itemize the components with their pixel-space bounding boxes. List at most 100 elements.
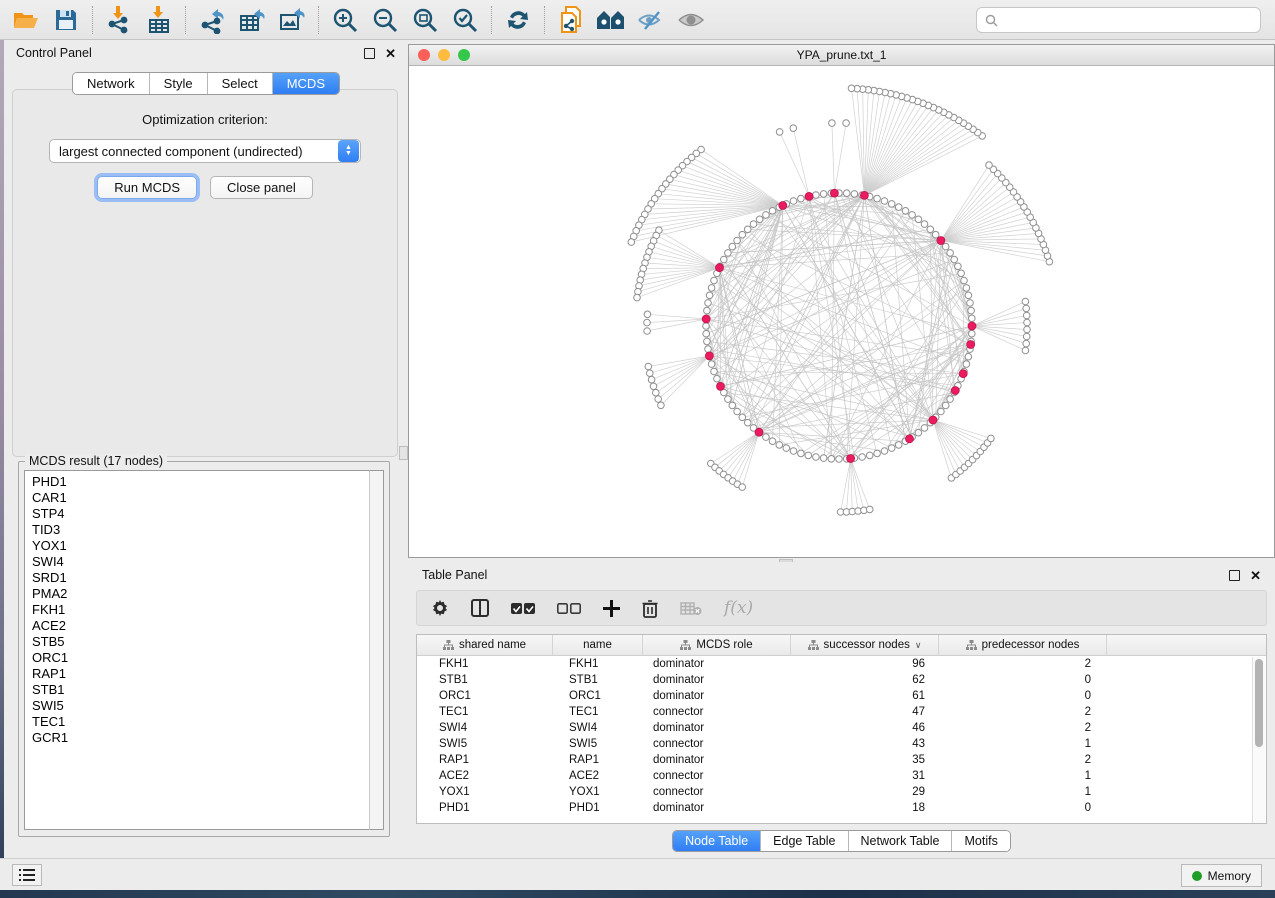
add-column-icon[interactable] — [603, 600, 620, 617]
mcds-result-item[interactable]: RAP1 — [32, 666, 370, 682]
tab-node-table[interactable]: Node Table — [673, 831, 761, 851]
table-cell: 43 — [791, 738, 939, 750]
first-neighbors-icon[interactable] — [591, 4, 631, 36]
show-all-icon[interactable] — [671, 4, 711, 36]
network-window-titlebar[interactable]: YPA_prune.txt_1 — [409, 45, 1274, 66]
tab-edge-table[interactable]: Edge Table — [761, 831, 848, 851]
search-box[interactable] — [976, 7, 1261, 33]
table-panel-title: Table Panel — [422, 568, 1229, 582]
search-icon — [985, 14, 998, 27]
tab-mcds[interactable]: MCDS — [273, 73, 339, 94]
table-row[interactable]: PHD1PHD1dominator180 — [417, 800, 1266, 816]
column-type-icon — [443, 640, 454, 651]
zoom-out-icon[interactable] — [365, 4, 405, 36]
mcds-result-list[interactable]: PHD1CAR1STP4TID3YOX1SWI4SRD1PMA2FKH1ACE2… — [24, 470, 370, 830]
table-cell: SWI4 — [417, 722, 553, 734]
table-row[interactable]: RAP1RAP1dominator352 — [417, 752, 1266, 768]
import-network-icon[interactable] — [99, 4, 139, 36]
search-input[interactable] — [1004, 10, 1260, 30]
column-header-mcds-role[interactable]: MCDS role — [643, 635, 791, 655]
hide-selected-icon[interactable] — [631, 4, 671, 36]
show-column-panel-icon[interactable] — [471, 599, 489, 617]
column-header-name[interactable]: name — [553, 635, 643, 655]
control-panel: Control Panel ✕ Network Style Select MCD… — [4, 40, 408, 858]
close-panel-icon[interactable]: ✕ — [385, 48, 396, 59]
network-canvas[interactable] — [409, 66, 1274, 557]
table-cell: 0 — [939, 802, 1107, 814]
table-cell: 0 — [939, 674, 1107, 686]
table-cell: dominator — [643, 722, 791, 734]
mcds-result-item[interactable]: SWI4 — [32, 554, 370, 570]
column-header-successor-nodes[interactable]: successor nodes ∨ — [791, 635, 939, 655]
network-graph[interactable] — [409, 66, 1274, 557]
zoom-in-icon[interactable] — [325, 4, 365, 36]
deselect-all-icon[interactable] — [557, 602, 581, 615]
table-row[interactable]: STB1STB1dominator620 — [417, 672, 1266, 688]
toolbar-separator — [185, 6, 186, 34]
table-row[interactable]: ACE2ACE2connector311 — [417, 768, 1266, 784]
criterion-dropdown[interactable]: largest connected component (undirected)… — [49, 139, 361, 163]
toolbar-separator — [318, 6, 319, 34]
mcds-result-item[interactable]: PHD1 — [32, 474, 370, 490]
mcds-result-item[interactable]: PMA2 — [32, 586, 370, 602]
tab-network[interactable]: Network — [73, 73, 150, 94]
mcds-result-item[interactable]: SWI5 — [32, 698, 370, 714]
tab-select[interactable]: Select — [208, 73, 273, 94]
tab-network-table[interactable]: Network Table — [849, 831, 953, 851]
mcds-result-item[interactable]: ORC1 — [32, 650, 370, 666]
task-history-button[interactable] — [12, 864, 42, 886]
vertical-splitter-handle[interactable] — [399, 446, 408, 460]
table-cell: 35 — [791, 754, 939, 766]
table-row[interactable]: SWI5SWI5connector431 — [417, 736, 1266, 752]
zoom-selected-icon[interactable] — [445, 4, 485, 36]
mcds-result-item[interactable]: TID3 — [32, 522, 370, 538]
mcds-result-item[interactable]: CAR1 — [32, 490, 370, 506]
table-cell: 0 — [939, 690, 1107, 702]
mcds-result-item[interactable]: ACE2 — [32, 618, 370, 634]
mcds-result-item[interactable]: STP4 — [32, 506, 370, 522]
close-panel-button[interactable]: Close panel — [210, 176, 313, 199]
float-table-panel-icon[interactable] — [1229, 570, 1240, 581]
close-table-panel-icon[interactable]: ✕ — [1250, 570, 1261, 581]
mcds-result-item[interactable]: GCR1 — [32, 730, 370, 746]
mcds-result-item[interactable]: SRD1 — [32, 570, 370, 586]
table-row[interactable]: ORC1ORC1dominator610 — [417, 688, 1266, 704]
table-settings-gear-icon[interactable] — [431, 599, 449, 617]
table-row[interactable]: YOX1YOX1connector291 — [417, 784, 1266, 800]
main-toolbar — [0, 0, 1275, 40]
mcds-result-item[interactable]: STB1 — [32, 682, 370, 698]
export-image-icon[interactable] — [272, 4, 312, 36]
table-row[interactable]: TEC1TEC1connector472 — [417, 704, 1266, 720]
open-file-icon[interactable] — [6, 4, 46, 36]
table-scrollbar[interactable] — [1252, 657, 1265, 823]
new-network-from-selection-icon[interactable] — [551, 4, 591, 36]
mcds-result-item[interactable]: STB5 — [32, 634, 370, 650]
mcds-result-scrollbar[interactable] — [369, 470, 384, 830]
save-session-icon[interactable] — [46, 4, 86, 36]
toolbar-separator — [92, 6, 93, 34]
import-table-icon[interactable] — [139, 4, 179, 36]
mcds-result-item[interactable]: YOX1 — [32, 538, 370, 554]
export-table-icon[interactable] — [232, 4, 272, 36]
table-cell: ACE2 — [417, 770, 553, 782]
tab-motifs[interactable]: Motifs — [952, 831, 1009, 851]
mcds-result-item[interactable]: FKH1 — [32, 602, 370, 618]
float-panel-icon[interactable] — [364, 48, 375, 59]
memory-button[interactable]: Memory — [1181, 864, 1262, 887]
refresh-icon[interactable] — [498, 4, 538, 36]
table-cell: 1 — [939, 738, 1107, 750]
table-cell: SWI4 — [553, 722, 643, 734]
table-scrollbar-thumb[interactable] — [1255, 659, 1263, 747]
table-cell: 2 — [939, 658, 1107, 670]
table-row[interactable]: SWI4SWI4dominator462 — [417, 720, 1266, 736]
mcds-result-item[interactable]: TEC1 — [32, 714, 370, 730]
run-mcds-button[interactable]: Run MCDS — [97, 176, 197, 199]
delete-column-icon[interactable] — [642, 599, 658, 618]
table-row[interactable]: FKH1FKH1dominator962 — [417, 656, 1266, 672]
column-header-predecessor-nodes[interactable]: predecessor nodes — [939, 635, 1107, 655]
select-all-icon[interactable] — [511, 602, 535, 615]
zoom-fit-icon[interactable] — [405, 4, 445, 36]
export-network-icon[interactable] — [192, 4, 232, 36]
tab-style[interactable]: Style — [150, 73, 208, 94]
column-header-shared-name[interactable]: shared name — [417, 635, 553, 655]
